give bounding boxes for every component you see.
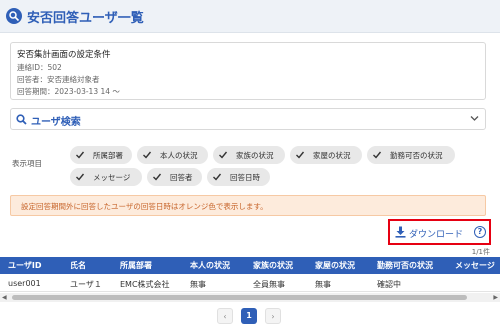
- display-items-label: 表示項目: [12, 159, 42, 168]
- chip-work-availability[interactable]: 勤務可否の状況: [367, 146, 455, 164]
- condition-answer-period: 回答期間：2023-03-13 14 ～: [17, 87, 120, 96]
- page-1-button[interactable]: 1: [241, 308, 257, 324]
- cell-user-id: user001: [8, 279, 41, 288]
- scroll-left-icon[interactable]: ◀: [2, 294, 7, 301]
- chip-respondent[interactable]: 回答者: [147, 168, 202, 186]
- download-icon[interactable]: [395, 226, 406, 241]
- chip-self-status[interactable]: 本人の状況: [137, 146, 208, 164]
- search-person-icon: [6, 8, 22, 24]
- scroll-right-icon[interactable]: ▶: [493, 294, 498, 301]
- column-message[interactable]: メッセージ: [455, 260, 495, 271]
- column-name[interactable]: 氏名: [70, 260, 86, 271]
- table-header: ユーザID 氏名 所属部署 本人の状況 家族の状況 家屋の状況 勤務可否の状況 …: [0, 257, 500, 274]
- chip-department[interactable]: 所属部署: [70, 146, 132, 164]
- chip-message[interactable]: メッセージ: [70, 168, 142, 186]
- page-title: 安否回答ユーザ一覧: [27, 11, 144, 26]
- horizontal-scrollbar[interactable]: ◀ ▶: [0, 293, 500, 302]
- column-house-status[interactable]: 家屋の状況: [315, 260, 355, 271]
- download-button[interactable]: ダウンロード: [409, 227, 463, 240]
- cell-name: ユーザ１: [70, 280, 102, 289]
- conditions-title: 安否集計画面の設定条件: [17, 50, 111, 60]
- check-icon: [372, 150, 382, 163]
- user-search-label: ユーザ検索: [31, 117, 81, 128]
- result-count: 1/1件: [471, 248, 490, 256]
- next-page-button[interactable]: ›: [265, 308, 281, 324]
- check-icon: [75, 150, 85, 163]
- condition-contact-id: 連絡ID：502: [17, 63, 62, 72]
- column-family-status[interactable]: 家族の状況: [253, 260, 293, 271]
- late-answer-notice: 設定回答期間外に回答したユーザの回答日時はオレンジ色で表示します。: [10, 195, 486, 216]
- download-highlight-box: ダウンロード ?: [388, 219, 491, 245]
- check-icon: [218, 150, 228, 163]
- cell-self-status: 無事: [190, 280, 206, 289]
- check-icon: [75, 172, 85, 185]
- chevron-down-icon[interactable]: [470, 115, 479, 125]
- cell-house-status: 無事: [315, 280, 331, 289]
- cell-work-availability: 確認中: [377, 280, 401, 289]
- settings-conditions-panel: 安否集計画面の設定条件 連絡ID：502 回答者：安否連絡対象者 回答期間：20…: [10, 42, 486, 100]
- chip-house-status[interactable]: 家屋の状況: [290, 146, 362, 164]
- column-user-id[interactable]: ユーザID: [8, 260, 41, 271]
- column-department[interactable]: 所属部署: [120, 260, 152, 271]
- condition-respondent: 回答者：安否連絡対象者: [17, 75, 100, 84]
- help-icon[interactable]: ?: [474, 226, 486, 238]
- pagination: ‹ 1 ›: [0, 306, 500, 326]
- chip-answer-time[interactable]: 回答日時: [207, 168, 270, 186]
- prev-page-button[interactable]: ‹: [217, 308, 233, 324]
- user-search-toggle[interactable]: ユーザ検索: [10, 108, 486, 130]
- check-icon: [295, 150, 305, 163]
- check-icon: [142, 150, 152, 163]
- column-self-status[interactable]: 本人の状況: [190, 260, 230, 271]
- user-answer-table: ユーザID 氏名 所属部署 本人の状況 家族の状況 家屋の状況 勤務可否の状況 …: [0, 257, 500, 293]
- search-icon: [16, 114, 27, 128]
- chip-family-status[interactable]: 家族の状況: [213, 146, 285, 164]
- page-header: 安否回答ユーザ一覧: [0, 0, 500, 33]
- check-icon: [212, 172, 222, 185]
- table-row[interactable]: user001 ユーザ１ EMC株式会社 無事 全員無事 無事 確認中: [0, 274, 500, 292]
- notice-text: 設定回答期間外に回答したユーザの回答日時はオレンジ色で表示します。: [21, 202, 268, 211]
- check-icon: [152, 172, 162, 185]
- column-work-availability[interactable]: 勤務可否の状況: [377, 260, 433, 271]
- cell-family-status: 全員無事: [253, 280, 285, 289]
- cell-department: EMC株式会社: [120, 280, 170, 289]
- scrollbar-thumb[interactable]: [12, 295, 467, 300]
